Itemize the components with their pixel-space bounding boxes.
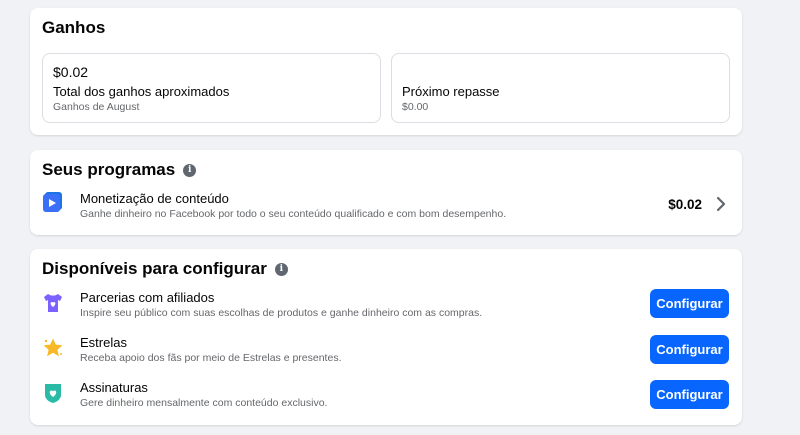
- approx-earnings-sub: Ganhos de August: [53, 101, 140, 113]
- next-payout-value: $0.00: [402, 101, 429, 113]
- earnings-title: Ganhos: [42, 18, 105, 38]
- programs-card: Seus programas i Monetização de conteúdo…: [30, 150, 742, 235]
- earnings-title-text: Ganhos: [42, 18, 106, 37]
- configure-subscriptions-button[interactable]: Configurar: [650, 380, 729, 409]
- configure-stars-button[interactable]: Configurar: [650, 335, 729, 364]
- next-payout-label: Próximo repasse: [402, 84, 500, 99]
- shirt-heart-icon: [44, 294, 62, 312]
- chevron-right-icon[interactable]: [715, 196, 727, 212]
- earnings-card: Ganhos $0.02 Total dos ganhos aproximado…: [30, 8, 742, 135]
- shield-heart-icon: [45, 384, 61, 403]
- subscriptions-desc: Gere dinheiro mensalmente com conteúdo e…: [80, 397, 328, 409]
- available-title-text: Disponíveis para configurar: [42, 259, 267, 278]
- subscriptions-title: Assinaturas: [80, 380, 148, 395]
- approx-earnings-value: $0.02: [53, 64, 89, 80]
- play-video-icon: [43, 192, 62, 212]
- info-icon[interactable]: i: [274, 262, 288, 276]
- star-icon: [43, 338, 63, 357]
- available-card: Disponíveis para configurar i Parcerias …: [30, 249, 742, 425]
- affiliates-desc: Inspire seu público com suas escolhas de…: [80, 307, 483, 319]
- program-amount: $0.02: [668, 197, 702, 212]
- programs-title-text: Seus programas: [42, 160, 176, 179]
- configure-affiliates-button[interactable]: Configurar: [650, 289, 729, 318]
- programs-title: Seus programas i: [42, 160, 197, 180]
- program-desc: Ganhe dinheiro no Facebook por todo o se…: [80, 208, 507, 220]
- approx-earnings-box[interactable]: $0.02 Total dos ganhos aproximados Ganho…: [42, 53, 381, 123]
- stars-desc: Receba apoio dos fãs por meio de Estrela…: [80, 352, 342, 364]
- next-payout-box[interactable]: Próximo repasse $0.00: [391, 53, 730, 123]
- stars-title: Estrelas: [80, 335, 127, 350]
- info-icon[interactable]: i: [183, 163, 197, 177]
- affiliates-title: Parcerias com afiliados: [80, 290, 215, 305]
- approx-earnings-label: Total dos ganhos aproximados: [53, 84, 230, 99]
- program-title: Monetização de conteúdo: [80, 191, 229, 206]
- available-title: Disponíveis para configurar i: [42, 259, 288, 279]
